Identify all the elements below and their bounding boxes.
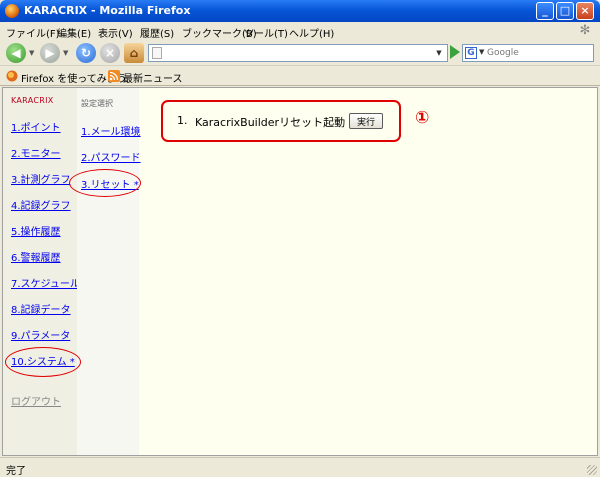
url-input[interactable] [167, 46, 427, 60]
nav-schedule[interactable]: 7.スケジュール [11, 275, 80, 290]
brand-logo: KARACRIX [11, 96, 54, 105]
reset-item-label: KaracrixBuilderリセット起動 [195, 116, 346, 129]
nav-alarm-history[interactable]: 6.警報履歴 [11, 249, 61, 264]
nav-record-graph[interactable]: 4.記録グラフ [11, 197, 71, 212]
nav-measurement-graph[interactable]: 3.計測グラフ [11, 171, 71, 186]
status-bar: 完了 [0, 457, 600, 477]
forward-history-dropdown-icon[interactable]: ▼ [63, 49, 68, 57]
google-engine-icon[interactable]: G [465, 47, 477, 59]
url-bar[interactable]: ▼ [148, 44, 448, 62]
back-arrow-icon[interactable]: ◀ [6, 43, 26, 63]
home-icon[interactable]: ⌂ [124, 43, 144, 63]
logout-link[interactable]: ログアウト [11, 393, 61, 408]
url-history-dropdown-icon[interactable]: ▼ [433, 47, 445, 59]
nav-parameter[interactable]: 9.パラメータ [11, 327, 70, 342]
reload-icon[interactable]: ↻ [76, 43, 96, 63]
reset-panel: 1. KaracrixBuilderリセット起動 実行 [161, 100, 401, 142]
page-icon [152, 47, 162, 59]
bookmark-latest-news[interactable]: 最新ニュース [123, 70, 183, 85]
page-content: KARACRIX 1.ポイント 2.モニター 3.計測グラフ 4.記録グラフ 5… [2, 87, 598, 456]
subnav-password[interactable]: 2.パスワード [81, 149, 141, 164]
main-nav: KARACRIX 1.ポイント 2.モニター 3.計測グラフ 4.記録グラフ 5… [3, 88, 80, 455]
window-titlebar[interactable]: KARACRIX - Mozilla Firefox _ □ × [0, 0, 600, 22]
menu-help[interactable]: ヘルプ(H) [289, 25, 334, 40]
bookmarks-toolbar: Firefox を使ってみよう 最新ニュース [0, 66, 600, 86]
nav-monitor[interactable]: 2.モニター [11, 145, 61, 160]
highlight-system-ellipse [5, 347, 81, 377]
back-history-dropdown-icon[interactable]: ▼ [29, 49, 34, 57]
subnav-mail-settings[interactable]: 1.メール環境 [81, 123, 141, 138]
execute-button[interactable]: 実行 [349, 113, 383, 129]
throbber-icon: ✻ [579, 23, 591, 38]
navigation-toolbar: ◀ ▼ ▶ ▼ ↻ × ⌂ ▼ G ▼ [0, 40, 600, 66]
go-button[interactable] [450, 45, 460, 59]
reset-item-number: 1. [177, 114, 188, 127]
forward-arrow-icon[interactable]: ▶ [40, 43, 60, 63]
settings-subnav: 設定選択 1.メール環境 2.パスワード 3.リセット * [77, 88, 141, 455]
nav-point[interactable]: 1.ポイント [11, 119, 61, 134]
subnav-heading: 設定選択 [81, 99, 113, 108]
minimize-button[interactable]: _ [536, 2, 554, 20]
firefox-bookmark-icon [6, 70, 18, 82]
menu-tools[interactable]: ツール(T) [244, 25, 288, 40]
nav-record-data[interactable]: 8.記録データ [11, 301, 71, 316]
status-text: 完了 [6, 466, 26, 477]
stop-icon[interactable]: × [100, 43, 120, 63]
maximize-button[interactable]: □ [556, 2, 574, 20]
search-input[interactable] [487, 46, 591, 60]
menu-bar: ファイル(F) 編集(E) 表示(V) 履歴(S) ブックマーク(B) ツール(… [0, 22, 600, 40]
close-button[interactable]: × [576, 2, 594, 20]
window-title: KARACRIX - Mozilla Firefox [24, 4, 191, 17]
menu-history[interactable]: 履歴(S) [140, 25, 174, 40]
nav-operation-history[interactable]: 5.操作履歴 [11, 223, 61, 238]
menu-view[interactable]: 表示(V) [98, 25, 133, 40]
search-engine-dropdown-icon[interactable]: ▼ [479, 48, 484, 56]
resize-grip-icon[interactable] [587, 465, 597, 475]
highlight-reset-ellipse [69, 169, 141, 197]
rss-feed-icon [108, 70, 120, 82]
search-bar[interactable]: G ▼ [462, 44, 594, 62]
menu-file[interactable]: ファイル(F) [6, 25, 60, 40]
annotation-marker: ① [415, 108, 430, 128]
menu-edit[interactable]: 編集(E) [57, 25, 91, 40]
firefox-logo-icon [5, 4, 19, 18]
